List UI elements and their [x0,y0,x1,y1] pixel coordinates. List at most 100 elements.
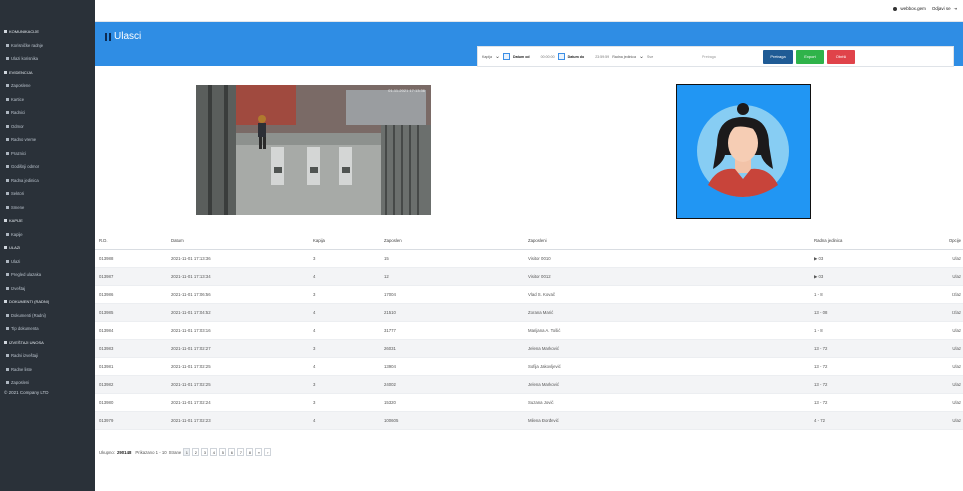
gate-select[interactable]: Kapija [482,55,492,59]
sidebar-item-label: Kartice [11,96,25,102]
sidebar-item[interactable]: Kapije [0,228,27,242]
sidebar-item[interactable]: Radne liste [0,363,36,377]
cell-rd: 013981 [99,364,114,369]
copyright: © 2021 Company LTD [4,389,49,395]
table-row[interactable]: 013986 2021-11-01 17:06:56 3 17004 Vlad S. K… [95,286,963,304]
calendar-icon[interactable] [557,53,565,60]
list-icon [6,327,9,331]
sidebar-item[interactable]: Sektori [0,187,28,201]
export-button[interactable]: Export [796,49,824,64]
reset-button[interactable]: Obriši [827,49,855,64]
logout-icon[interactable]: ⇥ [954,6,957,11]
sidebar-item[interactable]: Izveštaj [0,282,29,296]
page-button[interactable]: 2 [192,448,200,456]
sidebar-item[interactable]: Tip dokumenta [0,322,43,336]
cell-datum: 2021-11-01 17:02:27 [171,346,211,351]
sidebar-item[interactable]: Ulazi [0,255,24,269]
cell-datum: 2021-11-01 17:02:24 [171,400,211,405]
column-header[interactable]: Kapija [313,232,373,249]
sidebar-item[interactable]: Pregled ulazaka [0,268,45,282]
cell-jedinica: ▶ 03 [814,273,824,279]
table-row[interactable]: 013984 2021-11-01 17:03:16 4 31777 Marijana … [95,322,963,340]
search-button[interactable]: Pretraga [763,49,793,64]
sidebar-item[interactable]: Dokumenti (Radni) [0,309,50,323]
date-to-label: Datum do [567,54,585,59]
table-row[interactable]: 013979 2021-11-01 17:02:23 4 100605 Milena Đ… [95,412,963,430]
door-icon [105,32,111,41]
calendar-icon[interactable] [503,53,511,60]
cell-jedinica: 4 - 72 [814,418,825,423]
page-button[interactable]: 8 [246,448,254,456]
page-button[interactable]: » [255,448,263,456]
cell-ime: Suzana Jović [528,400,554,405]
column-header[interactable]: R.D. [99,232,159,249]
chevron-down-icon[interactable]: ⌄ [639,53,644,60]
sidebar-item-label: Kapije [11,231,23,237]
list-icon [6,232,9,236]
sidebar-item[interactable]: Radna jedinica [0,174,43,188]
list-icon [6,367,9,371]
column-header[interactable]: Zaposlen [384,232,504,249]
sidebar-item[interactable]: Radnici [0,106,29,120]
top-bar: webbox.gem Odjavi se ⇥ [95,0,963,22]
list-icon [6,381,9,385]
page-title-text: Ulasci [114,31,142,42]
date-from-time[interactable]: 00:00:00 [541,55,555,59]
work-unit-select[interactable]: Radna jedinica [612,55,636,59]
column-header[interactable]: Opcije [935,232,963,249]
list-icon [6,84,9,88]
list-icon [6,151,9,155]
table-row[interactable]: 013985 2021-11-01 17:04:52 4 21510 Zorana Ma… [95,304,963,322]
page-button[interactable]: 3 [201,448,209,456]
column-header[interactable]: Datum [171,232,301,249]
sidebar: KOMUNIKACIJE Korisničke radnje Ulazi koris… [0,0,95,491]
sidebar-item-label: Pregled ulazaka [11,272,42,278]
cell-opcija: Ulaz [952,256,961,261]
sidebar-item[interactable]: Radni izveštaji [0,349,42,363]
sidebar-item[interactable]: Ulazi korisnika [0,52,42,66]
list-icon [6,313,9,317]
table-row[interactable]: 013982 2021-11-01 17:02:25 3 24002 Jelena Ma… [95,376,963,394]
table-row[interactable]: 013981 2021-11-01 17:02:25 4 13904 Sofija Ja… [95,358,963,376]
date-to-time[interactable]: 23:59:59 [595,55,609,59]
sidebar-item[interactable]: Smene [0,201,28,215]
section-icon [4,340,7,344]
page-button[interactable]: 6 [228,448,236,456]
sidebar-item[interactable]: Zaposleni [0,376,33,390]
cell-jedinica: 13 - 72 [814,364,828,369]
cell-opcija: Ulaz [952,328,961,333]
sidebar-item[interactable]: Korisničke radnje [0,39,47,53]
chevron-down-icon[interactable]: ⌄ [495,53,500,60]
sidebar-item[interactable]: Godišnji odmor [0,160,43,174]
logout-link[interactable]: Odjavi se [932,6,951,11]
page-button[interactable]: 5 [219,448,227,456]
sidebar-item[interactable]: Praznici [0,147,30,161]
cell-kapija: 4 [313,418,316,423]
sidebar-item-label: Izveštaj [11,285,26,291]
pagination: Ukupno: 290148 Prikazano 1 - 10 Strane 1… [99,448,272,456]
sidebar-section-title: ULAZI [9,245,21,251]
sidebar-item[interactable]: Odmor [0,120,28,134]
column-header[interactable]: Radna jedinica [814,232,914,249]
page-button[interactable]: 1 [183,448,191,456]
username-link[interactable]: webbox.gem [900,6,926,11]
search-input[interactable]: Pretraga [702,55,760,59]
table-row[interactable]: 013987 2021-11-01 17:13:34 4 12 Visitor 0012… [95,268,963,286]
sidebar-item[interactable]: Zaposlene [0,79,35,93]
page-button[interactable]: 7 [237,448,245,456]
sidebar-item[interactable]: Radno vreme [0,133,40,147]
column-header[interactable]: Zaposleni [528,232,728,249]
cell-kapija: 4 [313,274,316,279]
avatar-icon [697,103,789,197]
table-row[interactable]: 013988 2021-11-01 17:13:36 3 15 Visitor 0010… [95,250,963,268]
work-unit-value[interactable]: Sve [647,55,699,59]
cell-datum: 2021-11-01 17:13:34 [171,274,211,279]
cell-jedinica: 13 - 72 [814,382,828,387]
table-row[interactable]: 013983 2021-11-01 17:02:27 3 26031 Jelena Ma… [95,340,963,358]
sidebar-item-label: Dokumenti (Radni) [11,312,46,318]
table-row[interactable]: 013980 2021-11-01 17:02:24 3 15320 Suzana Jo… [95,394,963,412]
page-button[interactable]: 4 [210,448,218,456]
sidebar-item[interactable]: Kartice [0,93,28,107]
cell-rd: 013982 [99,382,114,387]
page-button[interactable]: › [264,448,272,456]
